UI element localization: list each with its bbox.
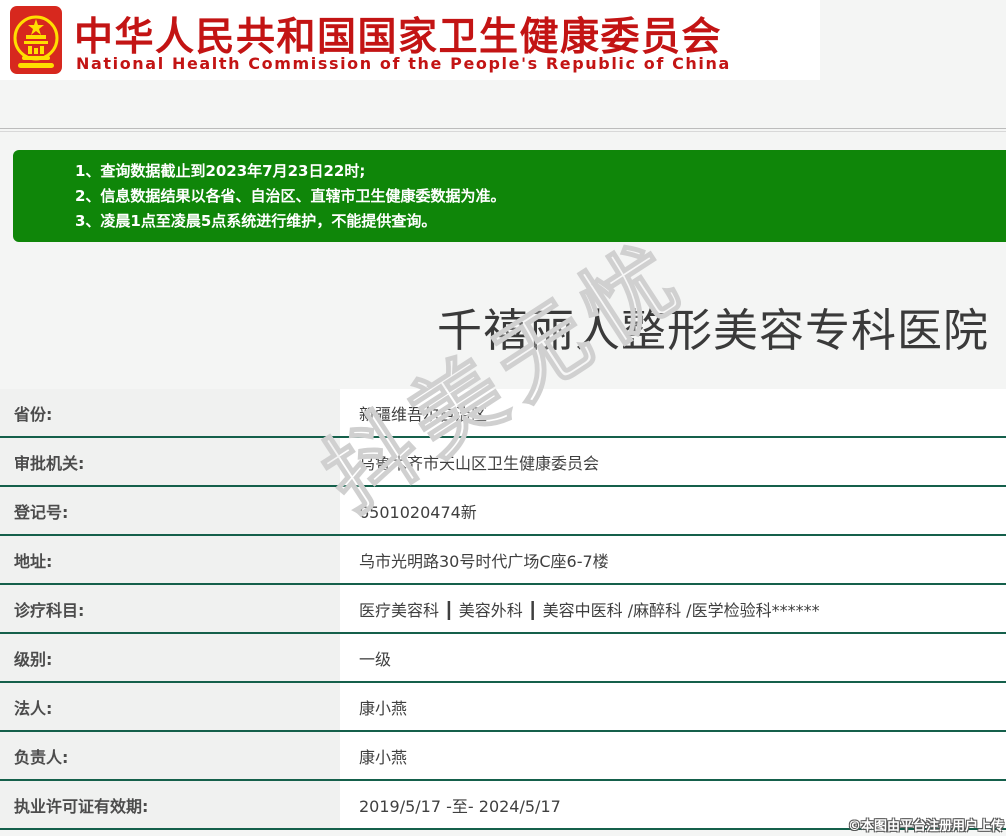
field-value: 康小燕 (340, 732, 1006, 779)
table-row-level: 级别: 一级 (0, 634, 1006, 683)
field-label: 登记号: (0, 487, 340, 534)
table-row-approval-authority: 审批机关: 乌鲁木齐市天山区卫生健康委员会 (0, 438, 1006, 487)
notice-line-3: 3、凌晨1点至凌晨5点系统进行维护，不能提供查询。 (75, 209, 1006, 234)
field-label: 负责人: (0, 732, 340, 779)
corner-copyright-watermark: ©本图由平台注册用户上传 (848, 815, 1004, 834)
field-label: 执业许可证有效期: (0, 781, 340, 828)
field-value: 医疗美容科 ┃ 美容外科 ┃ 美容中医科 /麻醉科 /医学检验科****** (340, 585, 1006, 632)
header-divider-line (0, 128, 1006, 129)
license-info-table: 省份: 新疆维吾尔自治区 审批机关: 乌鲁木齐市天山区卫生健康委员会 登记号: … (0, 389, 1006, 830)
field-label: 审批机关: (0, 438, 340, 485)
field-label: 省份: (0, 389, 340, 436)
field-value: 6501020474新 (340, 487, 1006, 534)
header-divider-line-2 (0, 131, 1006, 132)
field-label: 级别: (0, 634, 340, 681)
site-header: 中华人民共和国国家卫生健康委员会 National Health Commiss… (0, 0, 820, 80)
field-value: 乌市光明路30号时代广场C座6-7楼 (340, 536, 1006, 583)
table-row-legal-person: 法人: 康小燕 (0, 683, 1006, 732)
field-label: 法人: (0, 683, 340, 730)
table-row-province: 省份: 新疆维吾尔自治区 (0, 389, 1006, 438)
field-value: 新疆维吾尔自治区 (340, 389, 1006, 436)
field-label: 地址: (0, 536, 340, 583)
notice-line-2: 2、信息数据结果以各省、自治区、直辖市卫生健康委数据为准。 (75, 184, 1006, 209)
hospital-name-heading: 千禧丽人整形美容专科医院 (437, 294, 989, 359)
table-row-address: 地址: 乌市光明路30号时代广场C座6-7楼 (0, 536, 1006, 585)
field-value: 康小燕 (340, 683, 1006, 730)
notice-box: 1、查询数据截止到2023年7月23日22时; 2、信息数据结果以各省、自治区、… (13, 150, 1006, 242)
field-value: 乌鲁木齐市天山区卫生健康委员会 (340, 438, 1006, 485)
table-row-person-in-charge: 负责人: 康小燕 (0, 732, 1006, 781)
table-row-registration-number: 登记号: 6501020474新 (0, 487, 1006, 536)
field-label: 诊疗科目: (0, 585, 340, 632)
header-title-en: National Health Commission of the People… (76, 54, 816, 73)
notice-line-1: 1、查询数据截止到2023年7月23日22时; (75, 159, 1006, 184)
table-row-departments: 诊疗科目: 医疗美容科 ┃ 美容外科 ┃ 美容中医科 /麻醉科 /医学检验科**… (0, 585, 1006, 634)
field-value: 一级 (340, 634, 1006, 681)
national-emblem-icon (9, 5, 63, 75)
